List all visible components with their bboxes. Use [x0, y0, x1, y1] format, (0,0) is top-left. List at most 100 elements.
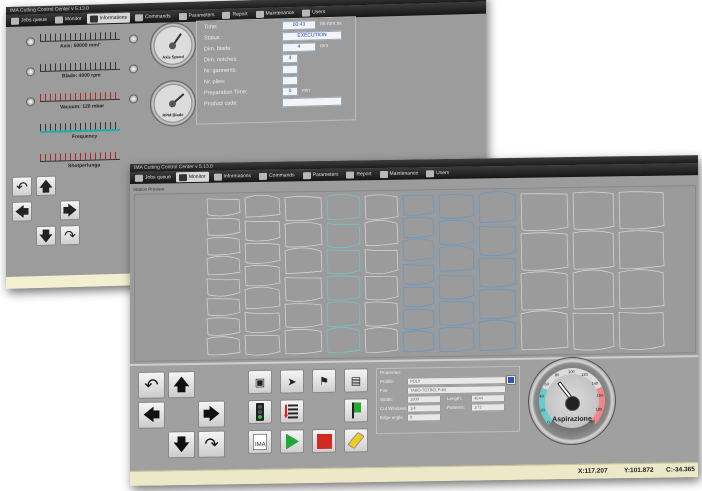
time-field: 00:43 [282, 20, 316, 31]
up-button[interactable]: 🡅 [168, 370, 195, 399]
garment-piece [364, 220, 399, 246]
info-label: Nr. plies: [204, 78, 226, 86]
menu-item-jobs-queue[interactable]: Jobs queue [8, 15, 50, 26]
garment-piece [438, 219, 475, 246]
station-preview-canvas[interactable] [134, 185, 696, 362]
info-label: Time: [204, 24, 218, 31]
menu-item-parameters[interactable]: Parameters [300, 170, 342, 181]
menu-item-report[interactable]: Report [343, 169, 374, 179]
info-product-row: Product code: [204, 96, 348, 109]
garment-piece [206, 278, 241, 297]
rotate-left-button[interactable]: ↶ [138, 371, 165, 399]
dial-tick-label: 160 [596, 393, 604, 399]
garment-piece [478, 257, 517, 288]
gauge-axis: Axis: 50000 mm/' [26, 31, 138, 50]
rotate-left-icon: ↶ [16, 178, 28, 195]
flag-button[interactable]: ⚑ [312, 368, 336, 394]
reset-button[interactable] [344, 428, 368, 453]
garment-piece [244, 243, 281, 264]
down-button[interactable]: 🡇 [168, 430, 195, 459]
up-button[interactable]: 🡅 [36, 175, 56, 197]
width-field: 1500 [407, 395, 441, 404]
garment-piece [478, 226, 517, 257]
menu-item-informations[interactable]: Informations [211, 171, 255, 182]
garment-piece [284, 303, 323, 328]
menu-item-label: Monitor [64, 15, 82, 23]
axis-speed-dial: Axis Speed [150, 21, 196, 69]
users-icon [426, 169, 435, 177]
profile-field[interactable]: POLY [407, 376, 506, 386]
left-button[interactable]: 🡄 [12, 201, 32, 222]
camera-button[interactable]: ▣ [248, 369, 272, 395]
report-button[interactable]: ▤ [344, 368, 368, 393]
gauge-knob[interactable] [26, 37, 35, 47]
next-button[interactable] [344, 398, 368, 423]
dim-notches-field[interactable]: 4 [282, 53, 298, 64]
wrench-icon [255, 10, 264, 18]
garment-piece [520, 232, 569, 271]
product-code-field[interactable] [282, 96, 342, 108]
menu-item-maintenance[interactable]: Maintenance [377, 168, 422, 179]
menu-item-label: Parameters [312, 171, 339, 179]
left-button[interactable]: 🡄 [138, 401, 165, 429]
garment-piece [438, 274, 475, 300]
gauge-knob[interactable] [129, 34, 138, 44]
edge-angle-label: Edge angle: [380, 414, 405, 421]
garment-piece [206, 317, 241, 336]
rotate-right-button[interactable]: ↷ [198, 430, 225, 458]
feed-button[interactable] [280, 399, 304, 424]
garment-piece [364, 327, 399, 353]
edge-angle-field[interactable]: 0 [407, 413, 441, 422]
gauge-knob[interactable] [26, 67, 35, 77]
play-button[interactable] [280, 429, 304, 454]
gauge-knob[interactable] [26, 97, 35, 107]
garment-piece [244, 264, 281, 287]
down-button[interactable]: 🡇 [36, 225, 56, 247]
traffic-light-button[interactable] [248, 399, 272, 425]
ima-button[interactable]: IMA [248, 429, 272, 455]
stop-button[interactable] [312, 428, 336, 454]
garment-piece [402, 286, 435, 308]
menu-item-label: Maintenance [265, 9, 295, 17]
jog-controls: ↶ 🡅 🡄 🡆 🡇 ↷ [12, 175, 80, 253]
unit-label: mm [320, 42, 329, 50]
gauge-scale [40, 91, 120, 103]
right-button[interactable]: 🡆 [60, 199, 80, 221]
garment-piece [244, 194, 281, 218]
gauge-knob[interactable] [129, 94, 138, 104]
gauge-label: Axis: 50000 mm/' [60, 42, 101, 50]
menu-item-monitor[interactable]: Monitor [52, 14, 85, 25]
menu-item-monitor[interactable]: Monitor [175, 171, 209, 183]
dial-tick-label: 100 [568, 369, 575, 375]
dim-blade-field[interactable]: 4 [282, 42, 316, 53]
rotate-right-button[interactable]: ↷ [60, 224, 80, 246]
garment-piece [402, 330, 435, 353]
save-profile-button[interactable] [506, 374, 516, 386]
gauge-blade: Blade: 4000 rpm [26, 61, 138, 79]
info-label: Dim. blade: [204, 45, 232, 53]
prep-time-field[interactable]: 0 [282, 86, 298, 97]
laser-pointer-button[interactable]: ➤ [280, 369, 304, 394]
garment-piece [478, 191, 517, 223]
info-icon [89, 14, 98, 23]
garment-piece [206, 255, 241, 276]
garment-piece [244, 334, 281, 356]
garment-piece [618, 230, 665, 269]
rotate-left-button[interactable]: ↶ [12, 176, 32, 197]
garment-piece [206, 236, 241, 256]
garments-field[interactable] [282, 64, 298, 75]
right-button[interactable]: 🡆 [198, 400, 225, 428]
dial-cap [169, 42, 176, 50]
menu-item-label: Users [312, 9, 326, 16]
menu-item-commands[interactable]: Commands [256, 170, 298, 181]
dial-ticks: 0 20 40 60 80 100 120 140 160 180 200 [529, 357, 615, 424]
menu-item-users[interactable]: Users [423, 168, 452, 178]
gauge-knob[interactable] [129, 64, 138, 74]
menu-item-commands[interactable]: Commands [132, 11, 174, 22]
menu-item-informations[interactable]: Informations [86, 12, 131, 24]
section-label: Station Preview [133, 186, 165, 192]
menu-item-jobs-queue[interactable]: Jobs queue [132, 172, 174, 183]
info-label: Preparation Time: [204, 89, 248, 97]
plies-field[interactable] [282, 75, 298, 86]
garment-piece [438, 301, 475, 326]
